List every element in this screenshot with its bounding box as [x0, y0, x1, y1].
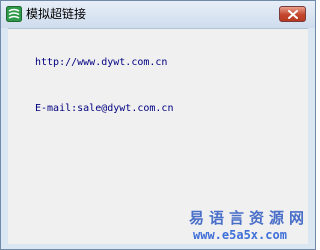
- email-link[interactable]: E-mail:sale@dywt.com.cn: [35, 102, 173, 115]
- title-bar[interactable]: 模拟超链接: [1, 1, 315, 28]
- client-area: http://www.dywt.com.cn E-mail:sale@dywt.…: [8, 28, 308, 244]
- close-icon: [288, 10, 298, 19]
- app-logo-icon: [6, 6, 22, 22]
- window-title: 模拟超链接: [26, 7, 87, 21]
- app-window: 模拟超链接 http://www.dywt.com.cn E-mail:sale…: [0, 0, 316, 250]
- website-link[interactable]: http://www.dywt.com.cn: [35, 56, 167, 69]
- close-button[interactable]: [279, 6, 306, 22]
- watermark-url: www.e5a5x.com: [193, 228, 287, 242]
- watermark-cn: 易语言资源网: [189, 209, 310, 227]
